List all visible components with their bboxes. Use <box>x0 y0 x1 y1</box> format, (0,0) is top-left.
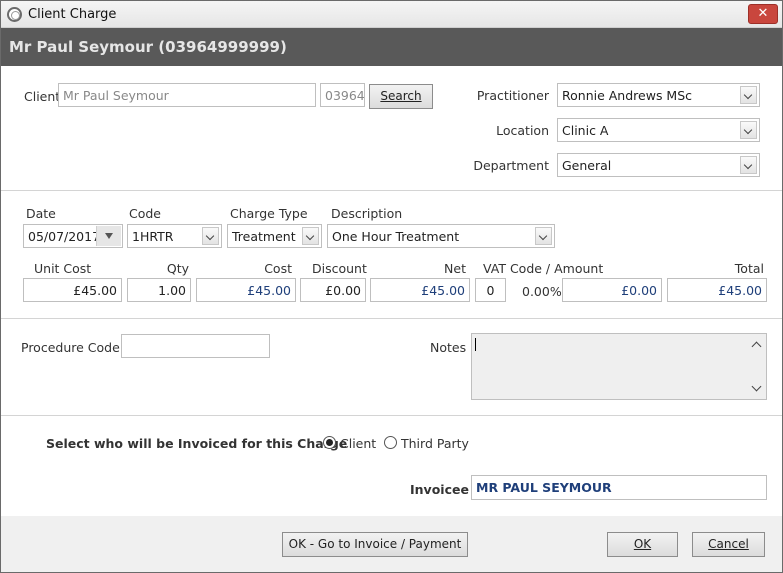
header-title: Mr Paul Seymour (03964999999) <box>9 38 287 56</box>
qty-field[interactable]: 1.00 <box>127 278 191 302</box>
department-value: General <box>562 158 612 173</box>
close-icon: ✕ <box>757 6 769 21</box>
search-button-label: Search <box>380 89 422 103</box>
unit-cost-label: Unit Cost <box>34 261 92 276</box>
cancel-button-label: Cancel <box>708 537 749 551</box>
chevron-down-icon <box>740 121 757 139</box>
goto-invoice-button[interactable]: OK - Go to Invoice / Payment <box>282 532 468 557</box>
net-field: £45.00 <box>370 278 470 302</box>
divider <box>1 318 782 319</box>
radio-client[interactable] <box>323 436 336 449</box>
date-label: Date <box>26 206 56 221</box>
notes-textarea[interactable] <box>471 333 767 400</box>
client-code-field[interactable]: 03964 <box>320 83 365 107</box>
charge-type-value: Treatment <box>232 229 296 244</box>
description-select[interactable]: One Hour Treatment <box>327 224 555 248</box>
charge-type-label: Charge Type <box>230 206 308 221</box>
invoicee-field: MR PAUL SEYMOUR <box>471 475 767 500</box>
close-button[interactable]: ✕ <box>748 4 778 24</box>
vat-amount-field: £0.00 <box>562 278 662 302</box>
cost-label: Cost <box>264 261 292 276</box>
code-value: 1HRTR <box>132 229 174 244</box>
chevron-down-icon <box>740 156 757 174</box>
location-select[interactable]: Clinic A <box>557 118 760 142</box>
button-bar: OK - Go to Invoice / Payment OK Cancel <box>1 516 782 572</box>
vat-code-field[interactable]: 0 <box>475 278 506 302</box>
qty-label: Qty <box>166 261 189 276</box>
location-label: Location <box>496 123 549 138</box>
department-label: Department <box>473 158 549 173</box>
radio-third-party[interactable] <box>384 436 397 449</box>
procedure-code-label: Procedure Code <box>21 340 120 355</box>
search-button[interactable]: Search <box>369 84 433 109</box>
radio-third-party-label[interactable]: Third Party <box>401 436 469 451</box>
code-label: Code <box>129 206 162 221</box>
chevron-down-icon <box>740 86 757 104</box>
department-select[interactable]: General <box>557 153 760 177</box>
practitioner-select[interactable]: Ronnie Andrews MSc <box>557 83 760 107</box>
vat-label: VAT Code / Amount <box>483 261 604 276</box>
unit-cost-field[interactable]: £45.00 <box>23 278 122 302</box>
client-label: Client <box>24 89 61 104</box>
ok-button[interactable]: OK <box>607 532 678 557</box>
dropdown-arrow-icon[interactable] <box>96 226 121 246</box>
cancel-button[interactable]: Cancel <box>692 532 765 557</box>
chevron-down-icon <box>202 227 219 245</box>
ok-button-label: OK <box>633 537 652 551</box>
app-icon <box>7 7 22 22</box>
charge-type-select[interactable]: Treatment <box>227 224 322 248</box>
date-value: 05/07/2017 <box>28 229 101 244</box>
client-charge-window: Client Charge ✕ Mr Paul Seymour (0396499… <box>0 0 783 573</box>
window-title: Client Charge <box>28 7 117 22</box>
procedure-code-field[interactable] <box>121 334 270 358</box>
divider <box>1 415 782 416</box>
divider <box>1 190 782 191</box>
chevron-down-icon <box>535 227 552 245</box>
total-field: £45.00 <box>667 278 767 302</box>
cost-field: £45.00 <box>196 278 296 302</box>
location-value: Clinic A <box>562 123 609 138</box>
description-value: One Hour Treatment <box>332 229 460 244</box>
discount-field[interactable]: £0.00 <box>300 278 366 302</box>
client-name-field[interactable]: Mr Paul Seymour <box>58 83 316 107</box>
chevron-down-icon <box>302 227 319 245</box>
client-header: Mr Paul Seymour (03964999999) <box>1 28 782 66</box>
radio-client-label[interactable]: Client <box>340 436 376 451</box>
total-label: Total <box>734 261 764 276</box>
title-bar: Client Charge ✕ <box>1 1 782 28</box>
scroll-down-icon[interactable] <box>751 381 762 392</box>
invoiced-question: Select who will be Invoiced for this Cha… <box>46 436 348 451</box>
net-label: Net <box>444 261 466 276</box>
date-picker[interactable]: 05/07/2017 <box>23 224 123 248</box>
discount-label: Discount <box>312 261 367 276</box>
vat-rate: 0.00% <box>522 284 562 299</box>
practitioner-label: Practitioner <box>476 88 549 103</box>
notes-label: Notes <box>430 340 467 355</box>
practitioner-value: Ronnie Andrews MSc <box>562 88 693 103</box>
invoicee-label: Invoicee <box>410 482 469 497</box>
code-select[interactable]: 1HRTR <box>127 224 222 248</box>
scroll-up-icon[interactable] <box>751 341 762 352</box>
text-caret <box>475 338 476 351</box>
description-label: Description <box>331 206 403 221</box>
